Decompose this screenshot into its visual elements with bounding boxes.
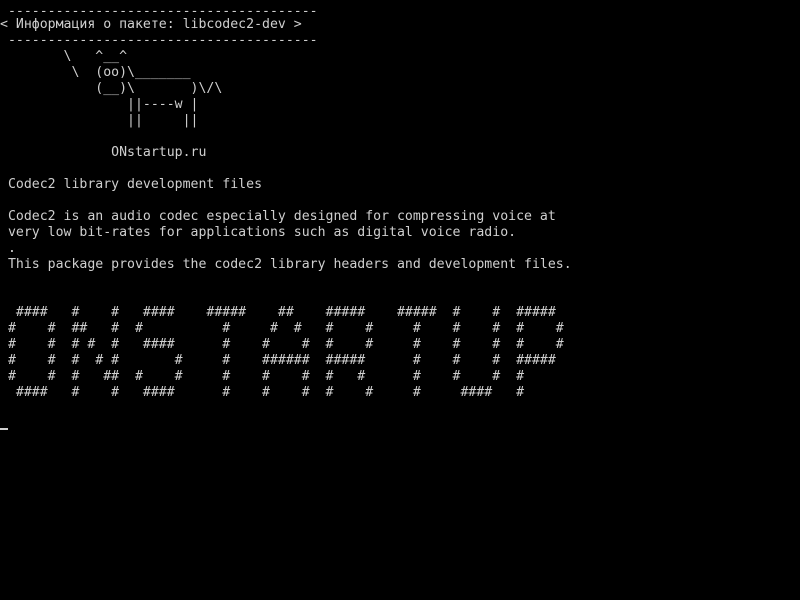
package-description-line: This package provides the codec2 library…: [0, 257, 572, 272]
ascii-cow-line: ||----w |: [0, 97, 199, 112]
ascii-banner-line: #### # # #### ##### ## ##### ##### # # #…: [0, 305, 556, 320]
ascii-cow-line: || ||: [0, 113, 199, 128]
terminal-screen[interactable]: --------------------------------------- …: [0, 0, 800, 600]
package-description-line: very low bit-rates for applications such…: [0, 225, 517, 240]
site-label: ONstartup.ru: [0, 145, 207, 160]
package-summary: Codec2 library development files: [0, 177, 263, 192]
ascii-banner-line: # # ## # # # # # # # # # # # #: [0, 321, 564, 336]
cowsay-speech-text: < Информация о пакете: libcodec2-dev >: [0, 17, 302, 32]
ascii-banner-line: # # # # # #### # # # # # # # # # #: [0, 337, 564, 352]
text-cursor: [0, 428, 8, 430]
ascii-cow-line: \ (oo)\_______: [0, 65, 191, 80]
ascii-cow-line: \ ^__^: [0, 49, 128, 64]
ascii-banner-line: # # # ## # # # # # # # # # # #: [0, 369, 525, 384]
ascii-cow-line: (__)\ )\/\: [0, 81, 223, 96]
cowsay-bottom-border: ---------------------------------------: [0, 33, 318, 48]
ascii-banner-line: #### # # #### # # # # # # #### #: [0, 385, 525, 400]
package-description-line: Codec2 is an audio codec especially desi…: [0, 209, 556, 224]
package-description-line: .: [0, 241, 16, 256]
ascii-banner-line: # # # # # # # ###### ##### # # # #####: [0, 353, 556, 368]
